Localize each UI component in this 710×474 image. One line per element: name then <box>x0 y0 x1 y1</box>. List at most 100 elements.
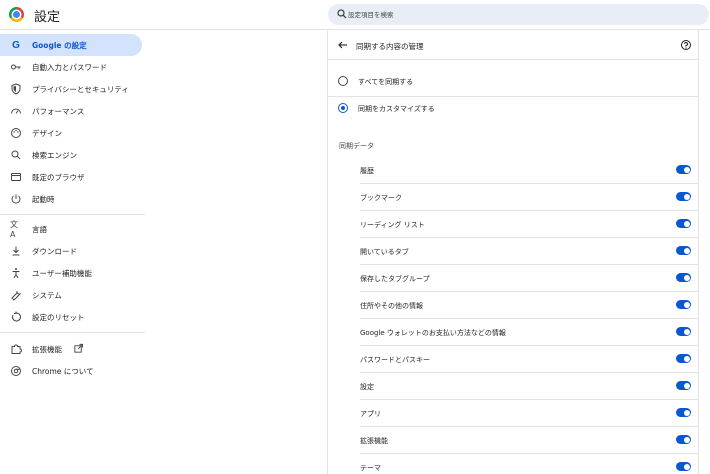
sync-item-label: リーディング リスト <box>360 221 425 229</box>
sync-item-label: アプリ <box>360 410 381 418</box>
card-header: 同期する内容の管理 <box>328 30 698 60</box>
card-title: 同期する内容の管理 <box>356 42 424 51</box>
sync-item-row: 住所やその他の情報 <box>360 292 698 319</box>
top-bar: 設定 設定項目を検索 <box>0 0 710 30</box>
sidebar-item-autofill[interactable]: 自動入力とパスワード <box>0 56 142 78</box>
sidebar-item-default-browser[interactable]: 既定のブラウザ <box>0 166 142 188</box>
toggle-switch[interactable] <box>676 192 691 201</box>
sidebar-item-languages[interactable]: 文A 言語 <box>0 218 142 240</box>
sidebar-item-label: 自動入力とパスワード <box>32 63 107 72</box>
sidebar-item-label: 既定のブラウザ <box>32 173 85 182</box>
download-icon <box>10 245 22 257</box>
sidebar-divider <box>0 214 145 215</box>
browser-icon <box>10 171 22 183</box>
radio-customize-sync[interactable]: 同期をカスタマイズする <box>328 96 698 122</box>
sync-item-row: リーディング リスト <box>360 211 698 238</box>
search-placeholder: 設定項目を検索 <box>348 11 394 19</box>
back-arrow-icon[interactable] <box>337 39 349 51</box>
sidebar-item-extensions[interactable]: 拡張機能 <box>0 338 142 360</box>
sidebar-item-label: 言語 <box>32 225 47 234</box>
sidebar-item-label: 起動時 <box>32 195 55 204</box>
search-icon <box>337 9 347 19</box>
sidebar-item-about-chrome[interactable]: Chrome について <box>0 360 142 382</box>
open-in-new-icon <box>74 343 84 353</box>
toggle-switch[interactable] <box>676 300 691 309</box>
sync-item-row: 拡張機能 <box>360 427 698 454</box>
sidebar-item-appearance[interactable]: デザイン <box>0 122 142 144</box>
reset-icon <box>10 311 22 323</box>
sync-item-row: 保存したタブグループ <box>360 265 698 292</box>
power-icon <box>10 193 22 205</box>
sidebar-item-label: ユーザー補助機能 <box>32 269 92 278</box>
sidebar-item-label: ダウンロード <box>32 247 77 256</box>
sync-item-label: 拡張機能 <box>360 437 388 445</box>
sync-settings-card: 同期する内容の管理 すべてを同期する 同期をカスタマイズする 同期データ 履歴 … <box>327 30 699 474</box>
sync-item-row: ブックマーク <box>360 184 698 211</box>
chrome-icon <box>10 365 22 377</box>
sidebar-item-label: デザイン <box>32 129 62 138</box>
radio-button[interactable] <box>338 76 348 86</box>
help-icon[interactable] <box>680 39 692 51</box>
sync-item-label: 保存したタブグループ <box>360 275 430 283</box>
sidebar-item-system[interactable]: システム <box>0 284 142 306</box>
sidebar-item-reset[interactable]: 設定のリセット <box>0 306 142 328</box>
speedometer-icon <box>10 105 22 117</box>
sync-item-row: 履歴 <box>360 157 698 184</box>
sync-item-label: 設定 <box>360 383 374 391</box>
sidebar-item-downloads[interactable]: ダウンロード <box>0 240 142 262</box>
sidebar: G Google の設定 自動入力とパスワード プライバシーとセキュリティ パフ… <box>0 30 145 474</box>
radio-sync-all[interactable]: すべてを同期する <box>328 69 698 95</box>
chrome-logo-icon <box>9 7 24 22</box>
toggle-switch[interactable] <box>676 462 691 471</box>
sidebar-item-label: Chrome について <box>32 367 94 376</box>
sync-item-label: パスワードとパスキー <box>360 356 430 364</box>
sidebar-item-label: パフォーマンス <box>32 107 85 116</box>
sync-item-row: 設定 <box>360 373 698 400</box>
sync-item-row: パスワードとパスキー <box>360 346 698 373</box>
toggle-switch[interactable] <box>676 327 691 336</box>
toggle-switch[interactable] <box>676 165 691 174</box>
sidebar-item-on-startup[interactable]: 起動時 <box>0 188 142 210</box>
accessibility-icon <box>10 267 22 279</box>
sidebar-item-label: 検索エンジン <box>32 151 77 160</box>
key-icon <box>10 61 22 73</box>
shield-icon <box>10 83 22 95</box>
sidebar-item-search-engine[interactable]: 検索エンジン <box>0 144 142 166</box>
toggle-switch[interactable] <box>676 354 691 363</box>
wrench-icon <box>10 289 22 301</box>
translate-icon: 文A <box>10 220 18 239</box>
toggle-switch[interactable] <box>676 219 691 228</box>
radio-button[interactable] <box>338 103 348 113</box>
sidebar-item-label: システム <box>32 291 62 300</box>
sync-item-row: テーマ <box>360 454 698 474</box>
toggle-switch[interactable] <box>676 435 691 444</box>
search-icon <box>10 149 22 161</box>
section-title: 同期データ <box>339 142 374 150</box>
sidebar-item-label: 拡張機能 <box>32 345 62 354</box>
toggle-switch[interactable] <box>676 246 691 255</box>
google-icon: G <box>12 39 20 51</box>
sidebar-item-accessibility[interactable]: ユーザー補助機能 <box>0 262 142 284</box>
radio-label: 同期をカスタマイズする <box>358 105 435 113</box>
sidebar-item-label: Google の設定 <box>32 41 87 50</box>
sidebar-item-performance[interactable]: パフォーマンス <box>0 100 142 122</box>
sync-item-row: 開いているタブ <box>360 238 698 265</box>
radio-label: すべてを同期する <box>358 78 414 86</box>
sync-item-row: Google ウォレットのお支払い方法などの情報 <box>360 319 698 346</box>
toggle-switch[interactable] <box>676 408 691 417</box>
page-title: 設定 <box>34 10 61 25</box>
sidebar-item-privacy[interactable]: プライバシーとセキュリティ <box>0 78 142 100</box>
sidebar-item-label: 設定のリセット <box>32 313 85 322</box>
sidebar-divider <box>0 332 145 333</box>
sidebar-item-label: プライバシーとセキュリティ <box>32 85 129 94</box>
palette-icon <box>10 127 22 139</box>
sync-item-label: Google ウォレットのお支払い方法などの情報 <box>360 329 506 337</box>
sync-item-label: ブックマーク <box>360 194 402 202</box>
toggle-switch[interactable] <box>676 381 691 390</box>
toggle-switch[interactable] <box>676 273 691 282</box>
sync-item-label: 履歴 <box>360 167 374 175</box>
sync-item-row: アプリ <box>360 400 698 427</box>
sidebar-item-google-settings[interactable]: G Google の設定 <box>0 34 142 56</box>
sync-item-label: 開いているタブ <box>360 248 409 256</box>
search-input[interactable]: 設定項目を検索 <box>328 4 709 25</box>
